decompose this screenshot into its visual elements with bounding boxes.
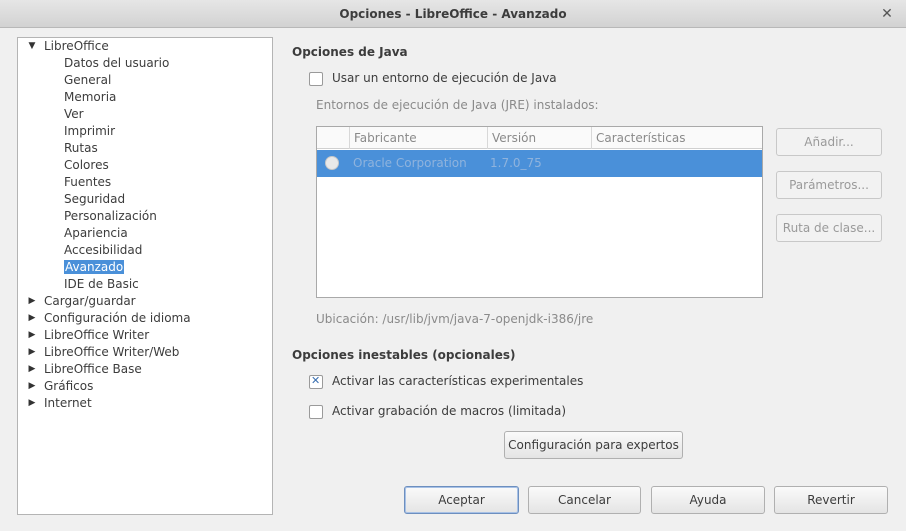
collapsed-arrow-icon[interactable]: ▶ [26,310,38,327]
tree-item-ver[interactable]: Ver [64,106,84,123]
jre-list-header: Fabricante Versión Características [317,127,762,149]
tree-item-memoria[interactable]: Memoria [64,89,116,106]
ok-button[interactable]: Aceptar [404,486,519,514]
jre-radio[interactable] [325,156,339,170]
tree-item-imprimir[interactable]: Imprimir [64,123,115,140]
parameters-button[interactable]: Parámetros... [776,171,882,199]
unstable-section-title: Opciones inestables (opcionales) [292,348,516,362]
add-jre-button[interactable]: Añadir... [776,128,882,156]
tree-item-configuracion-de-idioma[interactable]: ▶ Configuración de idioma [29,310,191,327]
collapsed-arrow-icon[interactable]: ▶ [26,361,38,378]
collapsed-arrow-icon[interactable]: ▶ [26,395,38,412]
tree-item-libreoffice-writer-web[interactable]: ▶ LibreOffice Writer/Web [29,344,180,361]
tree-item-graficos[interactable]: ▶ Gráficos [29,378,94,395]
installed-jre-label: Entornos de ejecución de Java (JRE) inst… [316,98,599,112]
tree-item-seguridad[interactable]: Seguridad [64,191,125,208]
tree-item-accesibilidad[interactable]: Accesibilidad [64,242,142,259]
tree-item-libreoffice-base[interactable]: ▶ LibreOffice Base [29,361,142,378]
tree-item-personalizacion[interactable]: Personalización [64,208,157,225]
tree-item-cargar-guardar[interactable]: ▶ Cargar/guardar [29,293,136,310]
tree-item-libreoffice-writer[interactable]: ▶ LibreOffice Writer [29,327,150,344]
options-tree[interactable]: ▼ LibreOffice Datos del usuario General … [17,37,273,515]
tree-item-datos-del-usuario[interactable]: Datos del usuario [64,55,169,72]
tree-item-fuentes[interactable]: Fuentes [64,174,111,191]
experimental-features-label[interactable]: Activar las características experimental… [332,374,583,388]
title-bar: Opciones - LibreOffice - Avanzado ✕ [0,0,906,28]
macro-recording-checkbox[interactable] [309,405,323,419]
use-jre-label[interactable]: Usar un entorno de ejecución de Java [332,71,557,85]
window-title: Opciones - LibreOffice - Avanzado [339,7,567,21]
collapsed-arrow-icon[interactable]: ▶ [26,344,38,361]
close-icon[interactable]: ✕ [878,5,896,23]
cancel-button[interactable]: Cancelar [528,486,641,514]
expert-configuration-button[interactable]: Configuración para expertos [504,431,683,459]
java-section-title: Opciones de Java [292,45,408,59]
column-header-features[interactable]: Características [591,127,762,149]
jre-list[interactable]: Fabricante Versión Características Oracl… [316,126,763,298]
tree-item-rutas[interactable]: Rutas [64,140,98,157]
column-header-vendor[interactable]: Fabricante [349,127,492,149]
table-row[interactable]: Oracle Corporation 1.7.0_75 [317,150,762,177]
jre-vendor: Oracle Corporation [353,156,467,170]
macro-recording-label[interactable]: Activar grabación de macros (limitada) [332,404,566,418]
jre-location-label: Ubicación: /usr/lib/jvm/java-7-openjdk-i… [316,312,594,326]
jre-version: 1.7.0_75 [490,156,542,170]
collapsed-arrow-icon[interactable]: ▶ [26,327,38,344]
tree-item-colores[interactable]: Colores [64,157,109,174]
column-header-version[interactable]: Versión [487,127,592,149]
tree-item-apariencia[interactable]: Apariencia [64,225,128,242]
tree-item-general[interactable]: General [64,72,111,89]
collapsed-arrow-icon[interactable]: ▶ [26,378,38,395]
tree-item-avanzado[interactable]: Avanzado [64,259,125,276]
experimental-features-checkbox[interactable] [309,374,323,389]
tree-item-ide-de-basic[interactable]: IDE de Basic [64,276,139,293]
collapsed-arrow-icon[interactable]: ▶ [26,293,38,310]
help-button[interactable]: Ayuda [651,486,765,514]
expanded-arrow-icon[interactable]: ▼ [26,38,38,55]
revert-button[interactable]: Revertir [774,486,888,514]
use-jre-checkbox[interactable] [309,72,323,86]
tree-item-libreoffice[interactable]: ▼ LibreOffice [29,38,109,55]
classpath-button[interactable]: Ruta de clase... [776,214,882,242]
tree-item-internet[interactable]: ▶ Internet [29,395,92,412]
